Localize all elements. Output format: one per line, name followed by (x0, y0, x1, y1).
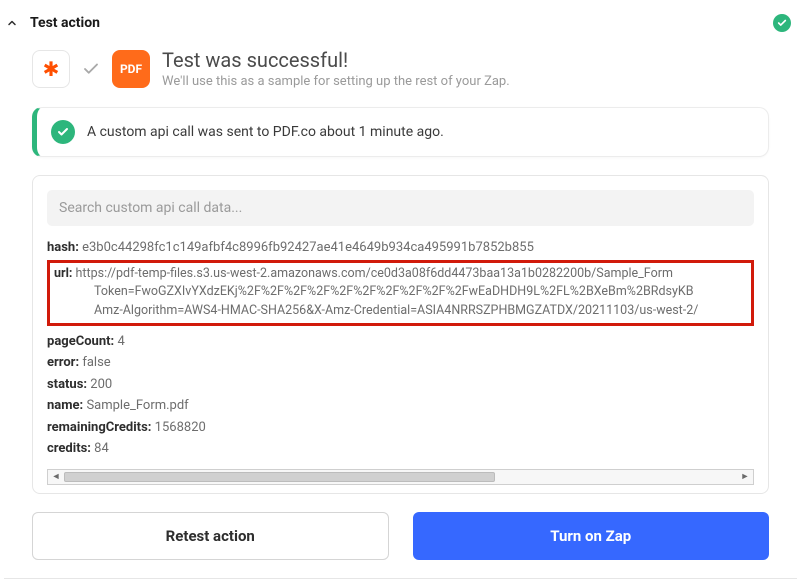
banner-text: A custom api call was sent to PDF.co abo… (87, 124, 444, 140)
result-data-card: Search custom api call data... hash: e3b… (32, 175, 769, 494)
kv-status: status: 200 (47, 375, 754, 395)
check-circle-icon (51, 120, 75, 144)
success-subtitle: We'll use this as a sample for setting u… (162, 74, 510, 89)
scroll-left-icon[interactable]: ◄ (48, 470, 64, 484)
retest-button[interactable]: Retest action (32, 512, 389, 560)
kv-remainingcredits: remainingCredits: 1568820 (47, 418, 754, 438)
horizontal-scrollbar[interactable]: ◄ ► (47, 469, 754, 485)
zapier-icon: ✱ (32, 50, 70, 88)
pdfco-icon: PDF (112, 50, 150, 88)
kv-hash: hash: e3b0c44298fc1c149afbf4c8996fb92427… (47, 238, 754, 258)
kv-name: name: Sample_Form.pdf (47, 396, 754, 416)
search-input[interactable]: Search custom api call data... (47, 190, 754, 226)
check-icon (82, 60, 100, 78)
scroll-right-icon[interactable]: ► (737, 470, 753, 484)
kv-error: error: false (47, 353, 754, 373)
section-header[interactable]: Test action (4, 2, 797, 42)
success-banner: A custom api call was sent to PDF.co abo… (32, 107, 769, 157)
kv-credits: credits: 84 (47, 439, 754, 459)
chevron-up-icon (4, 15, 20, 31)
success-summary: ✱ PDF Test was successful! We'll use thi… (32, 48, 769, 89)
kv-pagecount: pageCount: 4 (47, 332, 754, 352)
turn-on-zap-button[interactable]: Turn on Zap (413, 512, 770, 560)
kv-url-highlight: url: https://pdf-temp-files.s3.us-west-2… (47, 260, 754, 326)
section-title: Test action (30, 15, 100, 31)
status-success-icon (773, 14, 791, 32)
success-title: Test was successful! (162, 48, 510, 72)
